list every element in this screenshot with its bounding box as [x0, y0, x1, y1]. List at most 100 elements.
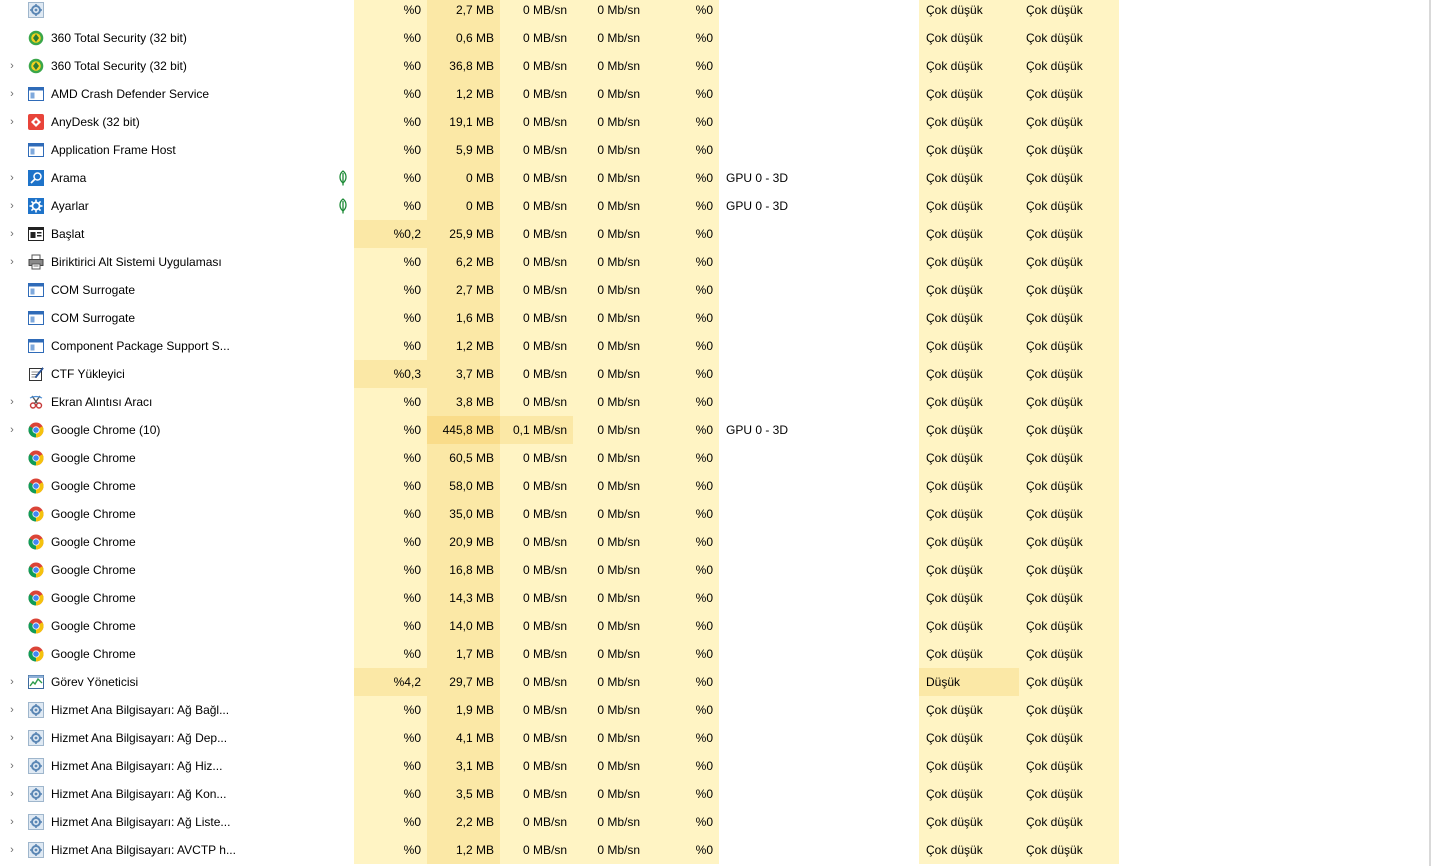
- power-usage-value: Çok düşük: [919, 556, 1019, 584]
- expand-chevron-icon[interactable]: ›: [4, 780, 20, 808]
- cpu-value: %0: [354, 80, 427, 108]
- memory-value: 0 MB: [427, 164, 500, 192]
- expand-chevron-icon[interactable]: ›: [4, 52, 20, 80]
- expand-chevron-icon[interactable]: ›: [4, 416, 20, 444]
- process-row[interactable]: 360 Total Security (32 bit) %0 0,6 MB 0 MB/…: [0, 24, 1431, 52]
- memory-value: 25,9 MB: [427, 220, 500, 248]
- expand-chevron-icon[interactable]: ›: [4, 808, 20, 836]
- network-value: 0 Mb/sn: [573, 80, 646, 108]
- expand-chevron-icon[interactable]: ›: [4, 108, 20, 136]
- expand-chevron-icon[interactable]: ›: [4, 668, 20, 696]
- process-row[interactable]: CTF Yükleyici %0,3 3,7 MB 0 MB/sn 0 Mb/sn %0 Ç…: [0, 360, 1431, 388]
- memory-value: 6,2 MB: [427, 248, 500, 276]
- process-row[interactable]: › Biriktirici Alt Sistemi Uygulaması %0 6,2…: [0, 248, 1431, 276]
- disk-value: 0 MB/sn: [500, 220, 573, 248]
- power-usage-value: Çok düşük: [919, 136, 1019, 164]
- process-row[interactable]: › 360 Total Security (32 bit) %0 36,8 MB 0 M…: [0, 52, 1431, 80]
- gpu-engine-value: [719, 80, 919, 108]
- gpu-value: %0: [646, 164, 719, 192]
- expand-chevron-icon[interactable]: ›: [4, 80, 20, 108]
- process-row[interactable]: Component Package Support S... %0 1,2 MB 0 …: [0, 332, 1431, 360]
- process-row[interactable]: COM Surrogate %0 2,7 MB 0 MB/sn 0 Mb/sn %0 Çok…: [0, 276, 1431, 304]
- memory-value: 2,2 MB: [427, 808, 500, 836]
- process-row[interactable]: Google Chrome %0 1,7 MB 0 MB/sn 0 Mb/sn %0 Çok…: [0, 640, 1431, 668]
- expand-chevron-icon[interactable]: ›: [4, 388, 20, 416]
- process-row[interactable]: › Arama %0 0 MB 0 MB/sn 0 Mb/sn %0 GPU 0 - 3D Ço…: [0, 164, 1431, 192]
- cpu-value: %0: [354, 808, 427, 836]
- efficiency-mode-leaf-icon: [336, 198, 350, 214]
- power-trend-value: Çok düşük: [1019, 220, 1119, 248]
- expand-chevron-icon[interactable]: ›: [4, 724, 20, 752]
- process-row[interactable]: Google Chrome %0 14,3 MB 0 MB/sn 0 Mb/sn %0 Ço…: [0, 584, 1431, 612]
- network-value: 0 Mb/sn: [573, 780, 646, 808]
- process-row[interactable]: › Hizmet Ana Bilgisayarı: Ağ Kon... %0 3,5 …: [0, 780, 1431, 808]
- memory-value: 29,7 MB: [427, 668, 500, 696]
- process-row[interactable]: › Hizmet Ana Bilgisayarı: Ağ Dep... %0 4,1 …: [0, 724, 1431, 752]
- process-row[interactable]: › Google Chrome (10) %0 445,8 MB 0,1 MB/sn 0 …: [0, 416, 1431, 444]
- network-value: 0 Mb/sn: [573, 24, 646, 52]
- process-row[interactable]: Google Chrome %0 35,0 MB 0 MB/sn 0 Mb/sn %0 Ço…: [0, 500, 1431, 528]
- expand-chevron-icon[interactable]: ›: [4, 248, 20, 276]
- power-trend-value: Çok düşük: [1019, 304, 1119, 332]
- process-name: Biriktirici Alt Sistemi Uygulaması: [51, 255, 222, 269]
- gpu-engine-value: [719, 360, 919, 388]
- process-row[interactable]: › Ayarlar %0 0 MB 0 MB/sn 0 Mb/sn %0 GPU 0 - 3D…: [0, 192, 1431, 220]
- process-row[interactable]: › Hizmet Ana Bilgisayarı: Ağ Liste... %0 2,…: [0, 808, 1431, 836]
- power-trend-value: Çok düşük: [1019, 640, 1119, 668]
- cpu-value: %0: [354, 556, 427, 584]
- power-usage-value: Çok düşük: [919, 0, 1019, 24]
- process-row[interactable]: › AMD Crash Defender Service %0 1,2 MB 0 MB/…: [0, 80, 1431, 108]
- cpu-value: %0: [354, 24, 427, 52]
- power-usage-value: Çok düşük: [919, 24, 1019, 52]
- process-row[interactable]: Google Chrome %0 20,9 MB 0 MB/sn 0 Mb/sn %0 Ço…: [0, 528, 1431, 556]
- process-row[interactable]: COM Surrogate %0 1,6 MB 0 MB/sn 0 Mb/sn %0 Çok…: [0, 304, 1431, 332]
- power-usage-value: Çok düşük: [919, 696, 1019, 724]
- process-name: Google Chrome: [51, 479, 136, 493]
- power-trend-value: Çok düşük: [1019, 24, 1119, 52]
- network-value: 0 Mb/sn: [573, 416, 646, 444]
- process-name: CTF Yükleyici: [51, 367, 125, 381]
- process-row[interactable]: › Başlat %0,2 25,9 MB 0 MB/sn 0 Mb/sn %0 Çok dü…: [0, 220, 1431, 248]
- gpu-engine-value: [719, 220, 919, 248]
- expand-chevron-icon[interactable]: ›: [4, 220, 20, 248]
- process-name: Google Chrome: [51, 591, 136, 605]
- gpu-value: %0: [646, 192, 719, 220]
- gpu-engine-value: GPU 0 - 3D: [726, 199, 789, 213]
- cpu-value: %0: [354, 304, 427, 332]
- process-name: 360 Total Security (32 bit): [51, 31, 187, 45]
- process-row[interactable]: %0 2,7 MB 0 MB/sn 0 Mb/sn %0 Çok düşük Çok düş…: [0, 0, 1431, 24]
- expand-chevron-icon[interactable]: ›: [4, 696, 20, 724]
- process-row[interactable]: › Hizmet Ana Bilgisayarı: Ağ Hiz... %0 3,1 …: [0, 752, 1431, 780]
- gpu-engine-value: GPU 0 - 3D: [726, 171, 789, 185]
- expand-chevron-icon[interactable]: ›: [4, 836, 20, 864]
- process-row[interactable]: › Ekran Alıntısı Aracı %0 3,8 MB 0 MB/sn 0 Mb…: [0, 388, 1431, 416]
- process-row[interactable]: Google Chrome %0 58,0 MB 0 MB/sn 0 Mb/sn %0 Ço…: [0, 472, 1431, 500]
- disk-value: 0 MB/sn: [500, 52, 573, 80]
- power-trend-value: Çok düşük: [1019, 724, 1119, 752]
- network-value: 0 Mb/sn: [573, 304, 646, 332]
- process-row[interactable]: Google Chrome %0 60,5 MB 0 MB/sn 0 Mb/sn %0 Ço…: [0, 444, 1431, 472]
- gpu-value: %0: [646, 556, 719, 584]
- process-row[interactable]: › AnyDesk (32 bit) %0 19,1 MB 0 MB/sn 0 Mb/sn…: [0, 108, 1431, 136]
- expand-chevron-icon[interactable]: ›: [4, 752, 20, 780]
- process-row[interactable]: › Hizmet Ana Bilgisayarı: Ağ Bağl... %0 1,9…: [0, 696, 1431, 724]
- process-row[interactable]: › Görev Yöneticisi %4,2 29,7 MB 0 MB/sn 0 Mb/…: [0, 668, 1431, 696]
- memory-value: 16,8 MB: [427, 556, 500, 584]
- gpu-value: %0: [646, 724, 719, 752]
- chrome-icon: [28, 478, 44, 494]
- cpu-value: %4,2: [354, 668, 427, 696]
- disk-value: 0 MB/sn: [500, 500, 573, 528]
- process-name: Hizmet Ana Bilgisayarı: Ağ Hiz...: [51, 759, 223, 773]
- process-name: Google Chrome: [51, 647, 136, 661]
- process-row[interactable]: › Hizmet Ana Bilgisayarı: AVCTP h... %0 1,2…: [0, 836, 1431, 864]
- process-row[interactable]: Application Frame Host %0 5,9 MB 0 MB/sn 0 M…: [0, 136, 1431, 164]
- expand-chevron-icon[interactable]: ›: [4, 164, 20, 192]
- ctf-loader-icon: [28, 366, 44, 382]
- expand-chevron-icon[interactable]: ›: [4, 192, 20, 220]
- process-name: AnyDesk (32 bit): [51, 115, 140, 129]
- disk-value: 0 MB/sn: [500, 696, 573, 724]
- expand-chevron-icon: [4, 612, 20, 640]
- process-row[interactable]: Google Chrome %0 16,8 MB 0 MB/sn 0 Mb/sn %0 Ço…: [0, 556, 1431, 584]
- process-row[interactable]: Google Chrome %0 14,0 MB 0 MB/sn 0 Mb/sn %0 Ço…: [0, 612, 1431, 640]
- gpu-value: %0: [646, 52, 719, 80]
